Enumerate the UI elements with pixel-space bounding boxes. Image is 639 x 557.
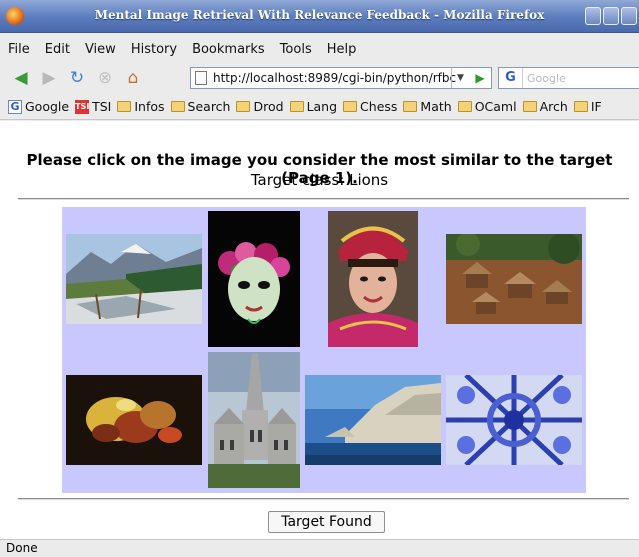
image-mountain-river[interactable]: [66, 234, 202, 324]
page-icon: [195, 71, 207, 85]
menu-help[interactable]: Help: [327, 42, 357, 57]
folder-icon: [289, 101, 304, 112]
close-icon[interactable]: [621, 7, 637, 25]
go-icon[interactable]: ▶: [471, 68, 489, 88]
home-icon[interactable]: ⌂: [122, 67, 144, 89]
search-placeholder: Google: [527, 71, 566, 85]
title-bar: Mental Image Retrieval With Relevance Fe…: [0, 0, 639, 33]
folder-icon: [236, 101, 251, 112]
maximize-icon[interactable]: [603, 7, 619, 25]
bookmark-lang[interactable]: Lang: [289, 99, 338, 114]
bookmark-label: Arch: [539, 99, 568, 114]
url-dropdown-icon[interactable]: ▼: [451, 68, 469, 88]
navigation-toolbar: ◀ ▶ ↻ ⊗ ⌂ http://localhost:8989/cgi-bin/…: [0, 63, 639, 93]
image-hillside-village[interactable]: [446, 234, 582, 324]
bookmark-label: OCaml: [474, 99, 517, 114]
url-text[interactable]: http://localhost:8989/cgi-bin/python/rfb…: [213, 71, 456, 85]
bookmark-chess[interactable]: Chess: [343, 99, 397, 114]
bookmark-label: IF: [590, 99, 602, 114]
search-engine-icon[interactable]: G: [499, 68, 523, 88]
bookmark-label: Google: [25, 99, 70, 114]
back-icon[interactable]: ◀: [10, 67, 32, 89]
folder-icon: [457, 101, 472, 112]
bookmark-tsi[interactable]: TSI TSI: [75, 99, 111, 114]
folder-icon: [170, 101, 185, 112]
bottom-divider: [18, 498, 629, 500]
target-class-label: Target class: Lions: [250, 171, 389, 189]
folder-icon: [522, 101, 537, 112]
menu-tools[interactable]: Tools: [280, 42, 312, 57]
bookmark-label: Lang: [306, 99, 338, 114]
bookmark-arch[interactable]: Arch: [522, 99, 568, 114]
bookmark-search[interactable]: Search: [170, 99, 231, 114]
image-gothic-church[interactable]: [208, 352, 300, 488]
image-coastal-cliffs[interactable]: [305, 375, 441, 465]
bookmark-drod[interactable]: Drod: [236, 99, 284, 114]
image-carnival-mask[interactable]: [208, 211, 300, 347]
reload-icon[interactable]: ↻: [66, 67, 88, 89]
stop-icon[interactable]: ⊗: [94, 67, 116, 89]
folder-icon: [117, 101, 132, 112]
bookmark-ocaml[interactable]: OCaml: [457, 99, 517, 114]
google-icon: G: [8, 99, 22, 114]
folder-icon: [343, 101, 358, 112]
top-divider: [18, 198, 629, 200]
menu-view[interactable]: View: [85, 42, 116, 57]
page-content: Please click on the image you consider t…: [0, 121, 639, 539]
bookmark-label: Search: [187, 99, 231, 114]
window-title: Mental Image Retrieval With Relevance Fe…: [94, 8, 545, 22]
firefox-window: Mental Image Retrieval With Relevance Fe…: [0, 0, 639, 557]
menu-history[interactable]: History: [131, 42, 177, 57]
bookmark-if[interactable]: IF: [573, 99, 602, 114]
target-found-button[interactable]: Target Found: [268, 511, 385, 533]
menu-bar: File Edit View History Bookmarks Tools H…: [0, 35, 639, 63]
url-bar[interactable]: http://localhost:8989/cgi-bin/python/rfb…: [190, 67, 492, 89]
bookmarks-toolbar: G Google TSI TSI Infos Search Drod Lang Ch…: [0, 94, 639, 120]
bookmark-google[interactable]: G Google: [8, 99, 69, 114]
bookmark-label: Chess: [360, 99, 398, 114]
menu-bookmarks[interactable]: Bookmarks: [192, 42, 265, 57]
bookmark-label: Infos: [134, 99, 165, 114]
image-blue-kaleidoscope[interactable]: [446, 375, 582, 465]
image-food-closeup[interactable]: [66, 375, 202, 465]
status-bar: Done: [0, 539, 639, 557]
bookmark-infos[interactable]: Infos: [117, 99, 165, 114]
bookmark-label: Drod: [253, 99, 284, 114]
forward-icon[interactable]: ▶: [38, 67, 60, 89]
folder-icon: [573, 101, 588, 112]
folder-icon: [403, 101, 418, 112]
tsi-icon: TSI: [75, 99, 89, 114]
bookmark-label: TSI: [92, 99, 112, 114]
menu-edit[interactable]: Edit: [45, 42, 70, 57]
image-grid: [62, 207, 586, 493]
bookmark-label: Math: [420, 99, 452, 114]
minimize-icon[interactable]: [585, 7, 601, 25]
bookmark-math[interactable]: Math: [403, 99, 452, 114]
image-girl-traditional-costume[interactable]: [328, 211, 418, 347]
menu-file[interactable]: File: [8, 42, 30, 57]
search-input[interactable]: G Google: [498, 67, 639, 89]
